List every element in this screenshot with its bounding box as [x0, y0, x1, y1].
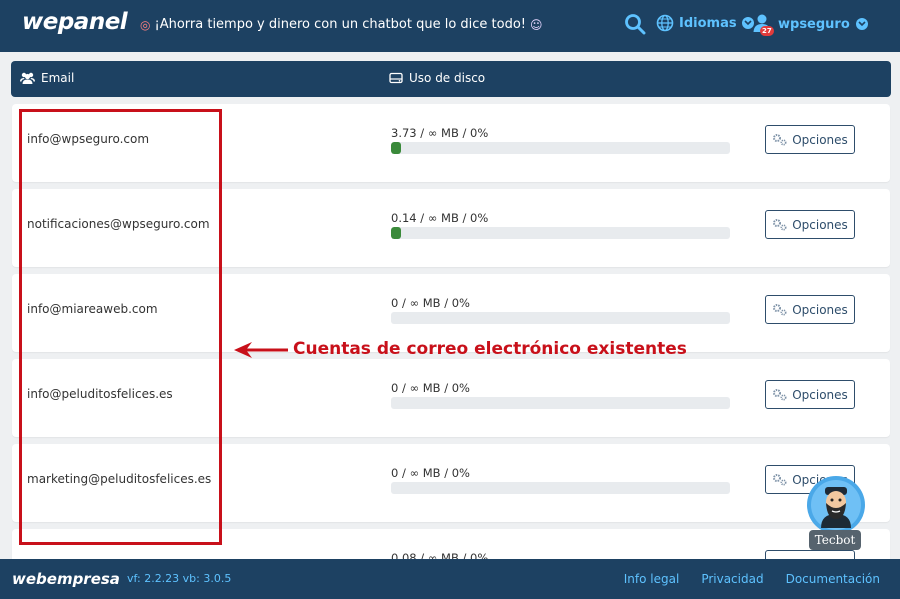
disk-column-label: Uso de disco	[409, 71, 486, 85]
languages-label: Idiomas	[679, 15, 737, 31]
options-label: Opciones	[792, 132, 848, 147]
disk-usage-text: 0 / ∞ MB / 0%	[391, 296, 470, 310]
footer: webempresa vf: 2.2.23 vb: 3.0.5 Info leg…	[0, 559, 900, 599]
disk-usage-fill	[391, 142, 402, 154]
disk-usage-bar	[391, 397, 730, 409]
globe-icon	[656, 14, 674, 32]
disk-usage-text: 3.73 / ∞ MB / 0%	[391, 126, 489, 140]
disk-usage-bar	[391, 227, 730, 239]
hard-drive-icon	[389, 72, 403, 84]
footer-link-info-legal[interactable]: Info legal	[624, 572, 680, 586]
disk-column-header: Uso de disco	[389, 71, 485, 85]
options-button[interactable]: Opciones	[765, 380, 855, 409]
annotation-highlight-box	[19, 109, 222, 545]
chatbot-label[interactable]: Tecbot	[809, 530, 861, 550]
gears-icon	[773, 304, 787, 316]
version-info: vf: 2.2.23 vb: 3.0.5	[127, 572, 232, 585]
options-label: Opciones	[792, 217, 848, 232]
footer-links: Info legal Privacidad Documentación	[624, 572, 880, 586]
avatar: 27	[752, 13, 774, 36]
target-icon: ◎	[140, 17, 151, 32]
disk-usage-bar	[391, 312, 730, 324]
table-header: Email Uso de disco	[11, 61, 891, 97]
chevron-down-icon	[855, 18, 868, 30]
webempresa-logo[interactable]: webempresa	[12, 570, 120, 588]
disk-usage-text: 0 / ∞ MB / 0%	[391, 466, 470, 480]
user-menu[interactable]: 27 wpseguro	[752, 13, 868, 36]
options-label: Opciones	[792, 302, 848, 317]
search-icon[interactable]	[624, 13, 646, 35]
disk-usage-bar	[391, 482, 730, 494]
options-button[interactable]: Opciones	[765, 295, 855, 324]
options-label: Opciones	[792, 387, 848, 402]
gears-icon	[773, 219, 787, 231]
disk-usage-text: 0 / ∞ MB / 0%	[391, 381, 470, 395]
users-icon	[20, 72, 35, 84]
email-column-label: Email	[41, 71, 75, 85]
annotation-arrow-icon	[234, 342, 288, 358]
username-label: wpseguro	[778, 16, 850, 32]
gears-icon	[773, 474, 787, 486]
gears-icon	[773, 134, 787, 146]
notification-badge: 27	[760, 26, 774, 36]
gears-icon	[773, 389, 787, 401]
disk-usage-text: 0.14 / ∞ MB / 0%	[391, 211, 489, 225]
wepanel-logo[interactable]: wepanel	[22, 9, 128, 35]
footer-link-privacidad[interactable]: Privacidad	[701, 572, 763, 586]
annotation-label: Cuentas de correo electrónico existentes	[293, 339, 687, 359]
options-button[interactable]: Opciones	[765, 125, 855, 154]
email-column-header: Email	[20, 71, 74, 85]
promo-banner[interactable]: ◎ ¡Ahorra tiempo y dinero con un chatbot…	[140, 17, 543, 32]
languages-dropdown[interactable]: Idiomas	[656, 14, 754, 32]
disk-usage-bar	[391, 142, 730, 154]
disk-usage-fill	[391, 227, 402, 239]
options-button[interactable]: Opciones	[765, 210, 855, 239]
ghost-icon: ☺	[530, 17, 543, 32]
promo-text[interactable]: ¡Ahorra tiempo y dinero con un chatbot q…	[154, 17, 526, 32]
footer-link-documentacion[interactable]: Documentación	[786, 572, 880, 586]
chatbot-avatar-icon	[807, 476, 865, 534]
top-navbar: wepanel ◎ ¡Ahorra tiempo y dinero con un…	[0, 0, 900, 52]
